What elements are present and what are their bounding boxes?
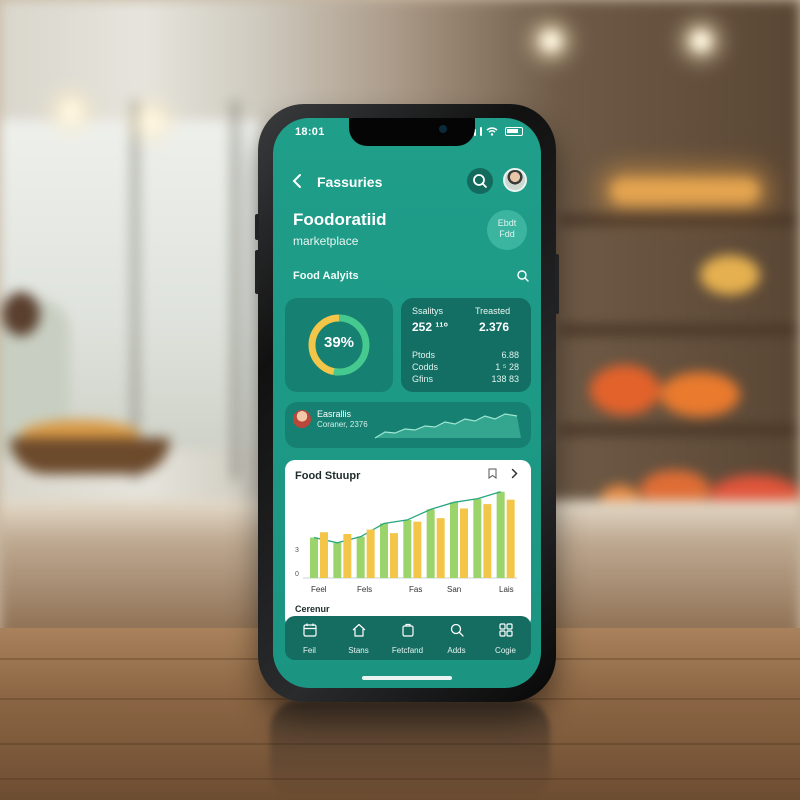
tab-label: Cogie (495, 646, 516, 655)
tab-stans[interactable]: Stans (334, 622, 383, 655)
tab-cogie[interactable]: Cogie (481, 622, 530, 655)
phone-reflection (270, 700, 550, 800)
back-button[interactable] (287, 170, 309, 192)
stats-row-value: 138 83 (491, 374, 519, 384)
chart-bar[interactable] (413, 521, 422, 578)
search-icon (450, 623, 464, 637)
section-search-button[interactable] (515, 268, 531, 284)
chart-bar[interactable] (390, 533, 398, 578)
chart-bar[interactable] (366, 529, 375, 578)
tab-fetcfand[interactable]: Fetcfand (383, 622, 432, 655)
stats-row-label: Codds (412, 362, 439, 372)
gauge-card[interactable]: 39% (285, 298, 393, 392)
bag-icon (401, 623, 414, 637)
x-tick-label: San (447, 585, 461, 594)
volume-up-button (255, 214, 259, 240)
status-time: 18:01 (295, 126, 325, 138)
bottom-tab-bar: Feil Stans Fetcfand Adds Cogie (285, 616, 531, 660)
phone-screen: 18:01 Fassuries Foodoratiid marketplace … (273, 118, 541, 688)
power-button (555, 254, 559, 314)
chart-bar[interactable] (460, 508, 468, 578)
battery-icon (505, 127, 523, 136)
activity-sparkline (374, 413, 521, 439)
hero-badge-line1: Ebdt (497, 218, 517, 228)
stats-card[interactable]: Ssalitys Treasted 252 ¹¹° 2.376 Ptods 6.… (401, 298, 531, 392)
bar-chart: 3 0 Feel Fels Fas San Lais (295, 491, 517, 594)
grid-icon (498, 623, 513, 637)
calendar-icon (302, 623, 317, 637)
chart-bar[interactable] (343, 534, 352, 578)
chevron-left-icon (292, 174, 301, 188)
tab-label: Fetcfand (391, 646, 424, 655)
volume-down-button (255, 250, 259, 294)
search-icon (517, 270, 529, 282)
page-title: Fassuries (317, 174, 383, 190)
chart-bar[interactable] (426, 509, 435, 578)
activity-card[interactable]: Easrallis Coraner, 2376 (285, 402, 531, 448)
stats-row-value: 1 ⁵ 28 (495, 362, 519, 372)
tab-label: Stans (348, 646, 369, 655)
hero-title: Foodoratiid (293, 210, 387, 229)
tab-feil[interactable]: Feil (285, 622, 334, 655)
chart-footer: Cerenur (295, 604, 330, 614)
chart-bar[interactable] (320, 532, 328, 578)
stats-value-1: 252 ¹¹° (412, 320, 449, 334)
top-nav: Fassuries (273, 166, 541, 198)
x-tick-label: Lais (499, 585, 514, 594)
y-tick-label: 0 (295, 571, 299, 578)
chart-card[interactable]: Food Stuupr 3 0 Feel Fels Fas San Lais Cerenur (285, 460, 531, 628)
search-icon (473, 174, 487, 188)
tab-adds[interactable]: Adds (432, 622, 481, 655)
hero-badge-line2: Fdd (499, 229, 515, 239)
chart-bar[interactable] (483, 504, 492, 578)
x-tick-label: Fels (357, 585, 372, 594)
chart-bar[interactable] (333, 542, 342, 578)
tab-label: Adds (447, 646, 466, 655)
hero-badge[interactable]: Ebdt Fdd (487, 210, 527, 250)
stats-row-value: 6.88 (501, 350, 519, 360)
smartphone: 18:01 Fassuries Foodoratiid marketplace … (255, 104, 559, 702)
chart-bar[interactable] (436, 518, 445, 578)
chart-bar[interactable] (450, 502, 458, 578)
notch (349, 118, 475, 146)
x-tick-label: Feel (311, 585, 327, 594)
chart-bar[interactable] (506, 499, 515, 578)
user-avatar[interactable] (503, 168, 527, 192)
chart-bar[interactable] (496, 491, 505, 578)
home-icon (352, 623, 365, 637)
gauge-percent: 39% (323, 334, 355, 351)
chart-bar[interactable] (473, 498, 482, 578)
section-label: Food Aalyits (293, 270, 359, 282)
home-indicator[interactable] (362, 676, 452, 680)
search-button[interactable] (467, 168, 493, 194)
stats-header-2: Treasted (475, 306, 511, 316)
chart-bar[interactable] (356, 536, 365, 578)
y-tick-label: 3 (295, 547, 299, 554)
stats-row-label: Ptods (412, 350, 436, 360)
wifi-icon (486, 127, 498, 136)
chart-bar[interactable] (380, 523, 388, 578)
stats-row-label: Gfins (412, 374, 434, 384)
chart-bar[interactable] (310, 537, 318, 578)
chart-bar[interactable] (403, 519, 412, 578)
stats-header-1: Ssalitys (412, 306, 444, 316)
stats-value-2: 2.376 (479, 320, 510, 334)
hero-subtitle: marketplace (293, 234, 359, 248)
x-tick-label: Fas (409, 585, 422, 594)
tab-label: Feil (303, 646, 316, 655)
